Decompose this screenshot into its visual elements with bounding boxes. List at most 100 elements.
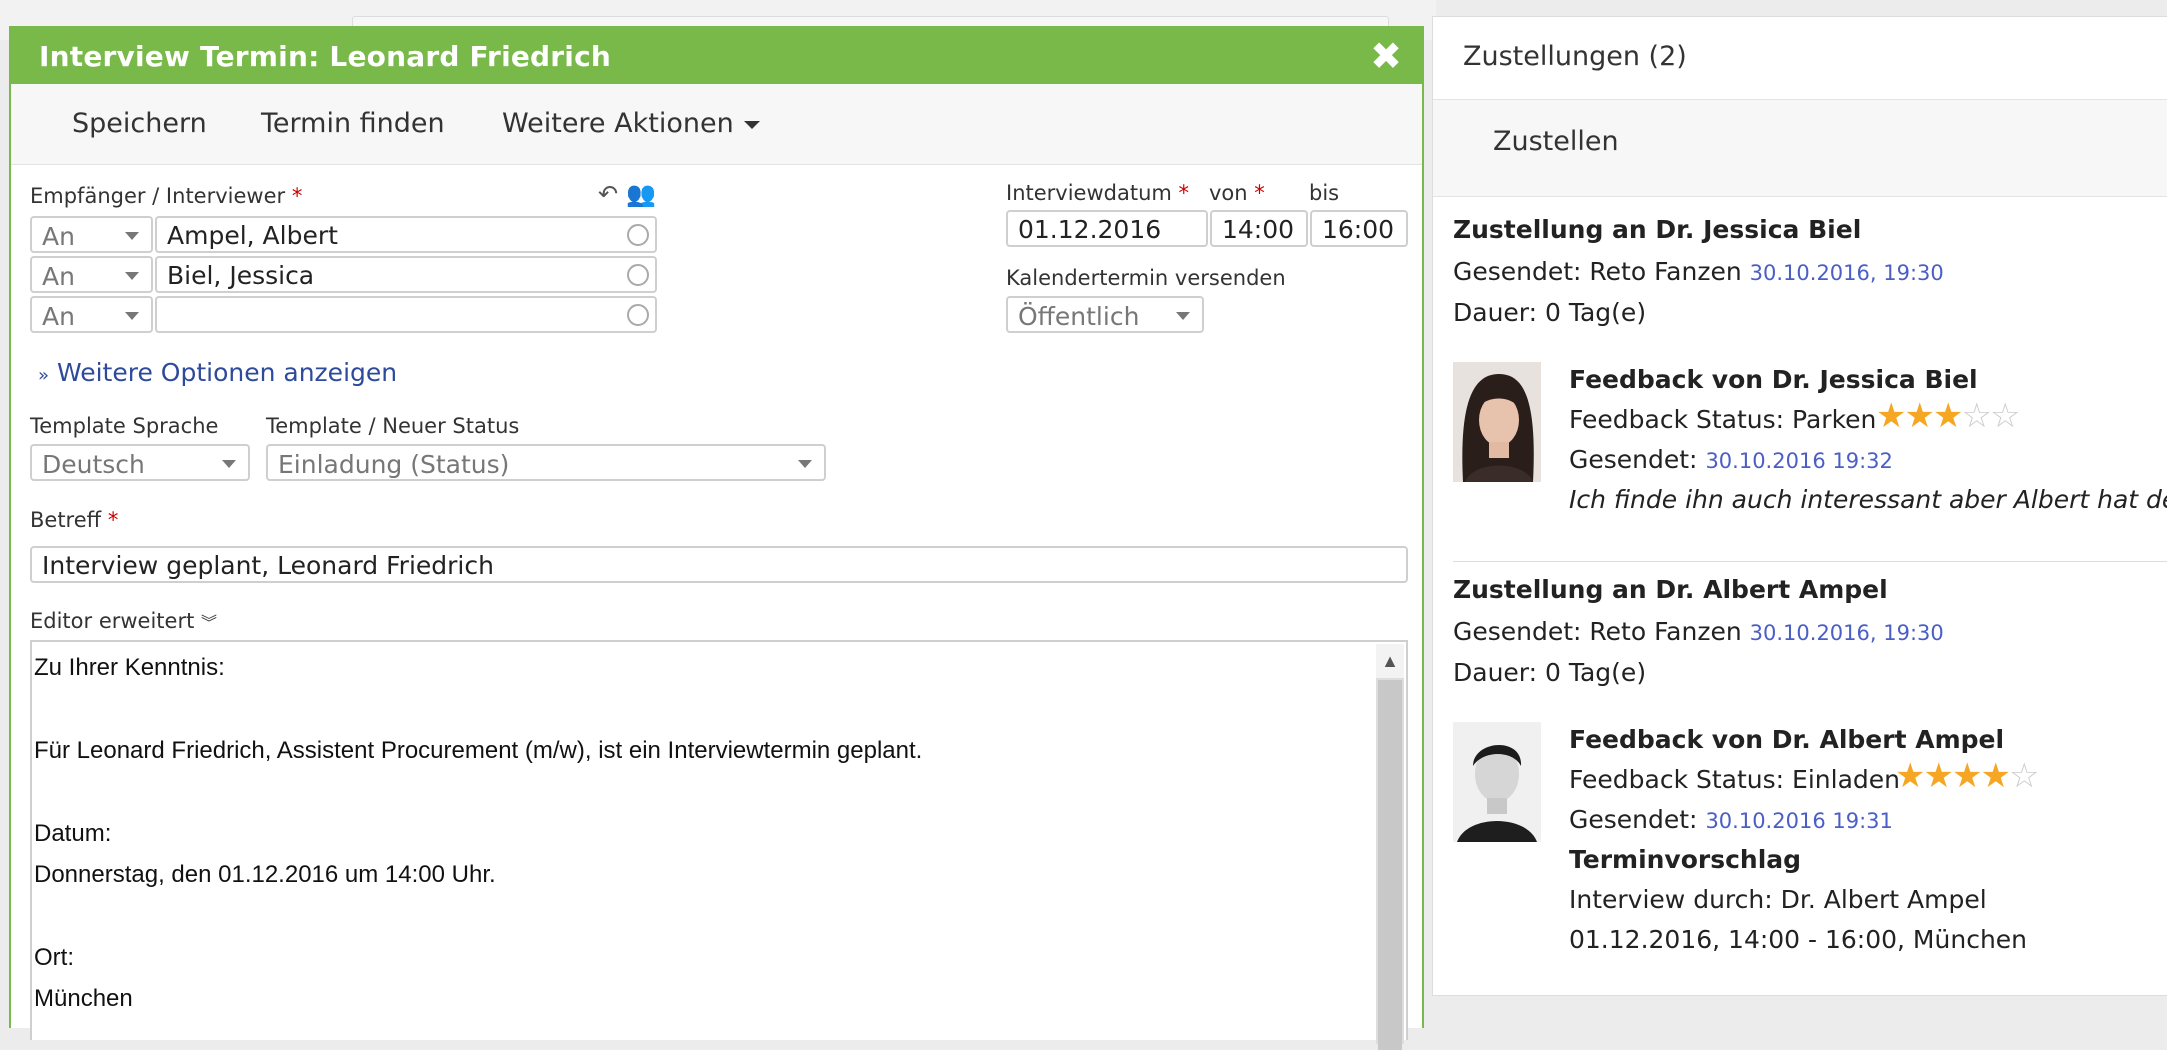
delivery-duration: Dauer: 0 Tag(e) [1453, 658, 1647, 687]
delivery-sent-label: Gesendet: Reto Fanzen [1453, 617, 1742, 646]
feedback-status: Feedback Status: Einladen [1569, 765, 1900, 794]
star-icon: ★ [1923, 756, 1954, 796]
recipient-input-3[interactable] [155, 296, 657, 333]
editor-line: Zu Ihrer Kenntnis: [34, 654, 225, 681]
editor-scrollbar[interactable]: ▲ [1376, 644, 1404, 1050]
delivery-heading: Zustellung an Dr. Albert Ampel [1453, 575, 1888, 604]
to-time-input[interactable]: 16:00 [1310, 210, 1408, 247]
recipient-type-select-3[interactable]: An [30, 296, 153, 333]
template-lang-label: Template Sprache [30, 414, 219, 438]
feedback-heading: Feedback von Dr. Albert Ampel [1569, 725, 2005, 754]
star-icon: ★ [1932, 396, 1964, 436]
star-icon: ☆ [1989, 396, 2021, 436]
editor-line: München [34, 985, 133, 1012]
proposal-heading: Terminvorschlag [1569, 845, 1802, 874]
rating-stars: ★★★★☆ [1895, 756, 2040, 796]
more-options-link[interactable]: » Weitere Optionen anzeigen [38, 358, 397, 387]
recipient-input-1[interactable]: Ampel, Albert [155, 216, 657, 253]
close-icon[interactable]: ✖ [1370, 36, 1402, 76]
recipient-type-value: An [42, 262, 75, 291]
chevron-down-icon [222, 460, 236, 468]
feedback-sent: Gesendet: 30.10.2016 19:32 [1569, 445, 1893, 474]
required-mark: * [1178, 181, 1190, 205]
feedback-sent-label: Gesendet: [1569, 805, 1698, 834]
template-lang-value: Deutsch [42, 450, 145, 479]
chevron-down-icon [1176, 312, 1190, 320]
find-slot-button[interactable]: Termin finden [261, 108, 445, 139]
lookup-icon[interactable] [627, 264, 649, 286]
editor-line: Donnerstag, den 01.12.2016 um 14:00 Uhr. [34, 861, 496, 888]
feedback-status: Feedback Status: Parken [1569, 405, 1877, 434]
recipients-label-text: Empfänger / Interviewer [30, 184, 286, 208]
more-options-text: Weitere Optionen anzeigen [56, 358, 398, 387]
scroll-thumb[interactable] [1378, 680, 1402, 1050]
caret-down-icon [743, 120, 760, 129]
modal-title: Interview Termin: Leonard Friedrich [39, 40, 612, 73]
feedback-heading: Feedback von Dr. Jessica Biel [1569, 365, 1978, 394]
avatar [1453, 362, 1541, 482]
recipient-type-value: An [42, 222, 75, 251]
more-actions-label: Weitere Aktionen [502, 108, 734, 139]
undo-icon[interactable]: ↶ [598, 180, 618, 209]
divider [1453, 561, 2167, 562]
feedback-sent-date: 30.10.2016 19:32 [1705, 449, 1893, 473]
panel-toolbar: Zustellen [1433, 99, 2167, 197]
to-label: bis [1309, 181, 1340, 205]
subject-input[interactable]: Interview geplant, Leonard Friedrich [30, 546, 1408, 583]
recipient-input-2[interactable]: Biel, Jessica [155, 256, 657, 293]
scroll-up-icon[interactable]: ▲ [1376, 644, 1404, 678]
more-actions-button[interactable]: Weitere Aktionen [502, 108, 760, 139]
feedback-sent-date: 30.10.2016 19:31 [1705, 809, 1893, 833]
from-label-text: von [1209, 181, 1248, 205]
star-icon: ☆ [2008, 756, 2040, 796]
modal-toolbar: Speichern Termin finden Weitere Aktionen [11, 84, 1422, 165]
message-editor[interactable]: Zu Ihrer Kenntnis: Für Leonard Friedrich… [30, 640, 1408, 1050]
editor-line: Ort: [34, 944, 74, 971]
recipient-type-select-1[interactable]: An [30, 216, 153, 253]
group-icon[interactable]: 👥 [626, 180, 656, 209]
double-chevron-down-icon: ︾ [201, 613, 218, 632]
template-status-select[interactable]: Einladung (Status) [266, 444, 826, 481]
template-lang-select[interactable]: Deutsch [30, 444, 250, 481]
star-icon: ★ [1904, 396, 1935, 436]
delivery-sent-date: 30.10.2016, 19:30 [1749, 261, 1944, 285]
panel-title: Zustellungen (2) [1463, 41, 1687, 72]
delivery-duration: Dauer: 0 Tag(e) [1453, 298, 1647, 327]
lookup-icon[interactable] [627, 304, 649, 326]
feedback-sent-label: Gesendet: [1569, 445, 1698, 474]
double-chevron-down-icon: » [38, 365, 50, 386]
deliver-button[interactable]: Zustellen [1493, 126, 1619, 157]
template-status-label: Template / Neuer Status [266, 414, 520, 438]
feedback-comment: Ich finde ihn auch interessant aber Albe… [1569, 485, 2167, 514]
star-icon: ★ [1951, 756, 1983, 796]
save-button[interactable]: Speichern [72, 108, 207, 139]
star-icon: ★ [1895, 756, 1926, 796]
required-mark: * [291, 184, 303, 208]
interview-date-input[interactable]: 01.12.2016 [1006, 210, 1208, 247]
chevron-down-icon [798, 460, 812, 468]
delivery-sent-label: Gesendet: Reto Fanzen [1453, 257, 1742, 286]
calendar-select[interactable]: Öffentlich [1006, 296, 1204, 333]
template-status-value: Einladung (Status) [278, 450, 510, 479]
editor-label: Editor erweitert [30, 609, 195, 633]
modal-header: Interview Termin: Leonard Friedrich ✖ [11, 28, 1422, 84]
editor-line: Datum: [34, 820, 112, 847]
proposal-line: Interview durch: Dr. Albert Ampel [1569, 885, 1987, 914]
delivery-sent: Gesendet: Reto Fanzen 30.10.2016, 19:30 [1453, 257, 1944, 286]
delivery-heading: Zustellung an Dr. Jessica Biel [1453, 215, 1862, 244]
chevron-down-icon [125, 232, 139, 240]
chevron-down-icon [125, 272, 139, 280]
required-mark: * [1254, 181, 1265, 205]
recipient-type-select-2[interactable]: An [30, 256, 153, 293]
deliveries-panel: Zustellungen (2) Zustellen Zustellung an… [1432, 16, 2167, 996]
star-icon: ★ [1876, 396, 1907, 436]
lookup-icon[interactable] [627, 224, 649, 246]
feedback-sent: Gesendet: 30.10.2016 19:31 [1569, 805, 1893, 834]
avatar [1453, 722, 1541, 842]
recipient-type-value: An [42, 302, 75, 331]
calendar-label: Kalendertermin versenden [1006, 266, 1286, 290]
delivery-sent-date: 30.10.2016, 19:30 [1749, 621, 1944, 645]
from-label: von * [1209, 181, 1265, 205]
editor-toggle[interactable]: Editor erweitert ︾ [30, 609, 217, 633]
from-time-input[interactable]: 14:00 [1210, 210, 1308, 247]
